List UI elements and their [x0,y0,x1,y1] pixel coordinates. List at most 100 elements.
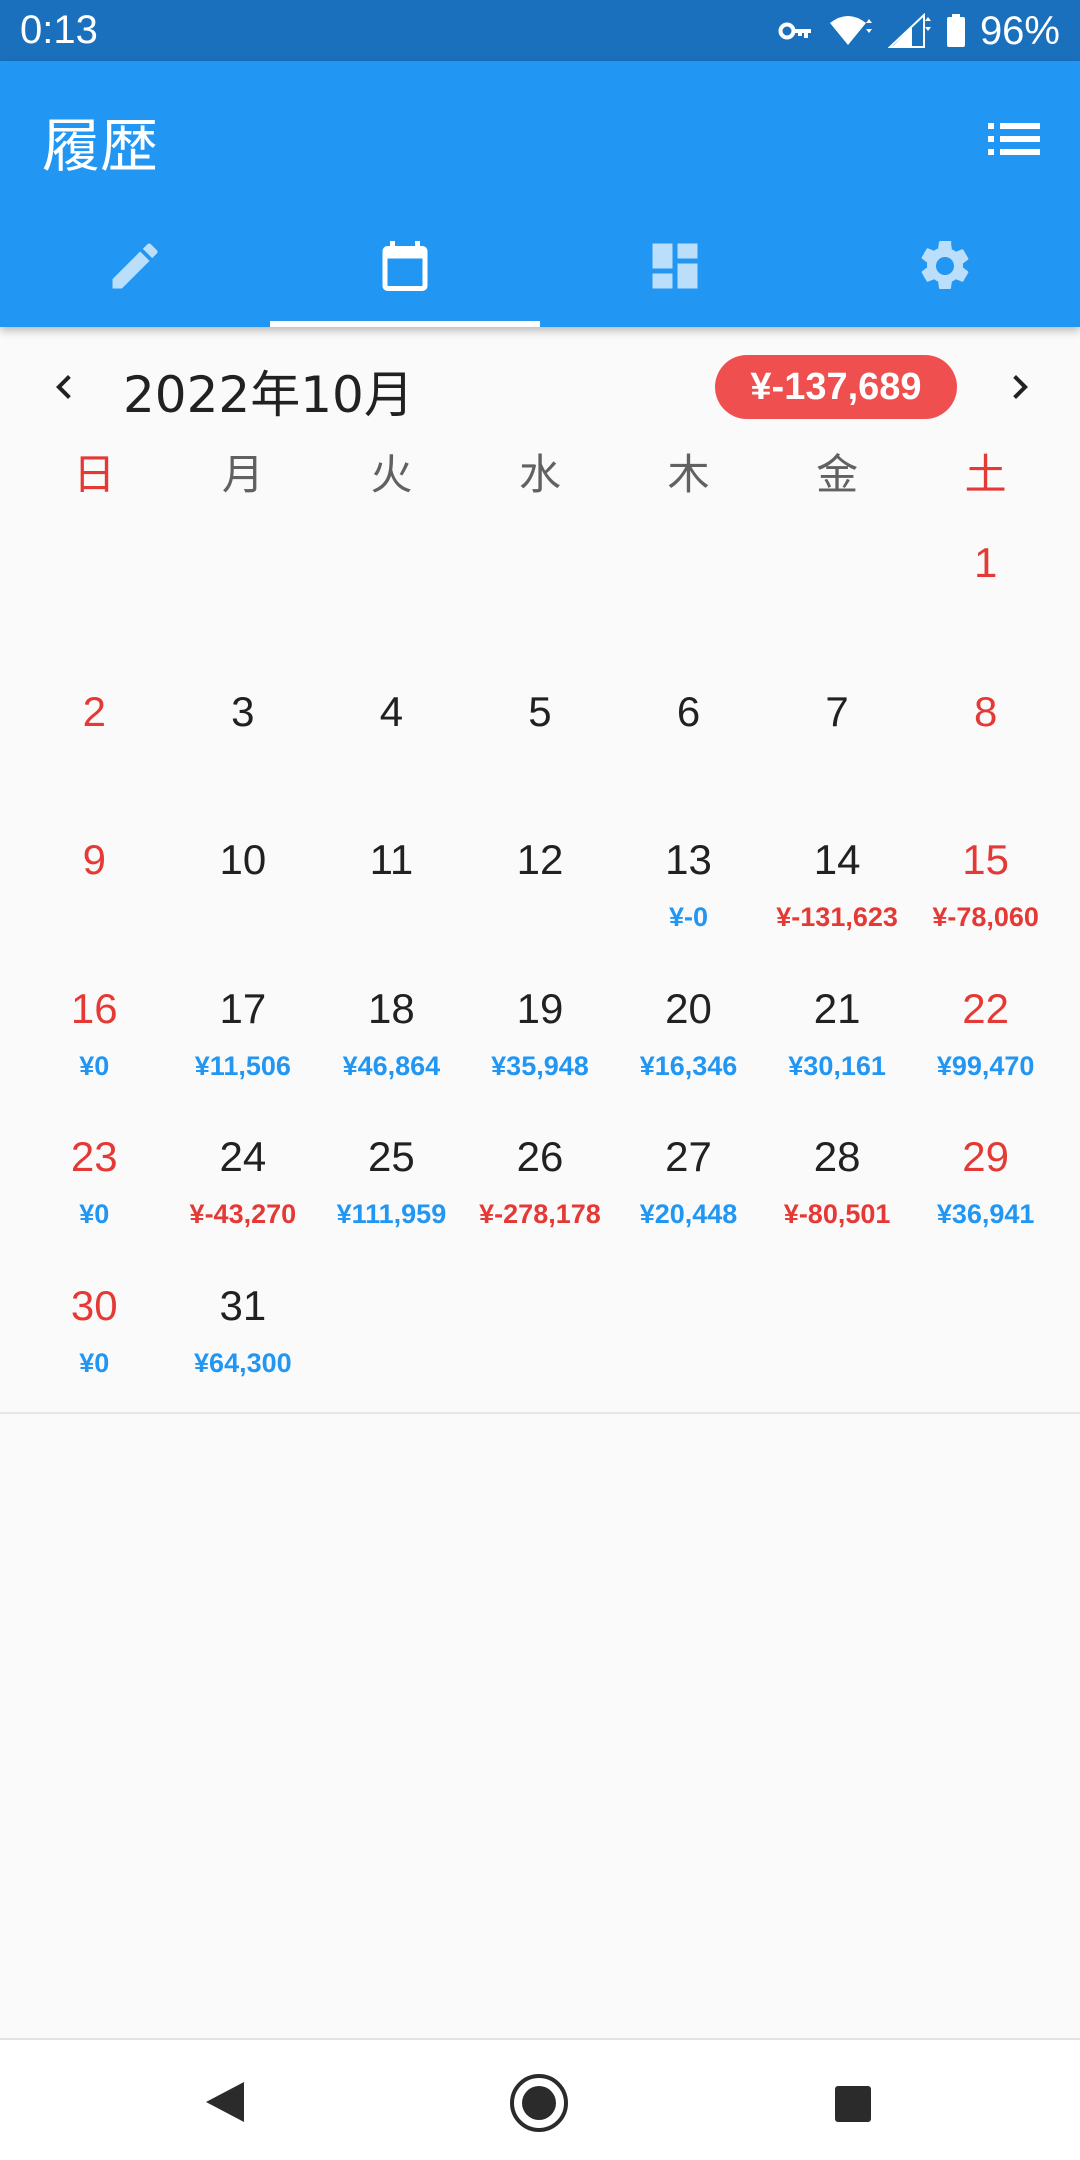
day-cell[interactable]: 29 ¥36,941 [911,1109,1060,1258]
day-cell[interactable]: 26 ¥-278,178 [466,1109,615,1258]
day-number: 31 [219,1281,267,1329]
month-title: 2022年10月 [123,366,414,424]
home-icon[interactable] [508,2072,570,2134]
day-amount: ¥0 [79,1347,110,1378]
day-number: 28 [813,1133,861,1180]
day-number: 11 [369,836,414,883]
dashboard-icon [652,243,698,288]
day-cell[interactable]: 4 [317,664,466,813]
day-number: 8 [973,687,998,735]
day-cell[interactable]: 10 [169,812,318,961]
tab-calendar[interactable] [270,204,540,327]
day-cell[interactable]: 25 ¥111,959 [317,1109,466,1258]
day-cell[interactable]: 13 ¥-0 [614,812,763,961]
day-cell[interactable]: 16 ¥0 [20,961,169,1110]
day-cell[interactable]: 24 ¥-43,270 [169,1109,318,1258]
day-number: 25 [368,1133,415,1180]
day-amount: ¥35,948 [491,1050,589,1081]
tab-settings[interactable] [810,204,1080,327]
day-cell [466,1258,615,1407]
day-cell[interactable]: 14 ¥-131,623 [763,812,912,961]
recent-apps-icon[interactable] [833,2084,873,2124]
back-icon[interactable] [204,2080,246,2124]
day-cell[interactable]: 17 ¥11,506 [169,961,318,1110]
day-number: 10 [219,836,267,883]
list-icon[interactable] [986,111,1042,167]
day-cell[interactable]: 22 ¥99,470 [911,961,1060,1110]
weekday-fri: 金 [816,450,859,499]
day-cell[interactable]: 8 [911,664,1060,813]
app-bar: 履歴 [0,61,1080,327]
day-number: 23 [70,1133,118,1180]
day-cell[interactable]: 2 [20,664,169,813]
day-cell[interactable]: 28 ¥-80,501 [763,1109,912,1258]
day-cell[interactable]: 20 ¥16,346 [614,961,763,1110]
day-cell[interactable]: 11 [317,812,466,961]
day-amount: ¥30,161 [788,1050,886,1081]
day-cell[interactable]: 19 ¥35,948 [466,961,615,1110]
day-amount: ¥-278,178 [479,1199,601,1229]
week-row: 16 ¥0 17 ¥11,506 18 ¥46,864 19 ¥35,948 20 ¥16… [20,961,1060,1110]
status-icons: 96% [778,6,1060,56]
day-cell[interactable]: 27 ¥20,448 [614,1109,763,1258]
day-cell[interactable]: 30 ¥0 [20,1258,169,1407]
day-amount: ¥111,959 [336,1199,447,1229]
day-cell[interactable]: 12 [466,812,615,961]
day-amount: ¥36,941 [936,1199,1035,1229]
day-number: 1 [973,539,998,586]
day-number: 13 [665,836,712,883]
day-number: 4 [379,687,404,735]
day-cell[interactable]: 9 [20,812,169,961]
tab-dashboard[interactable] [540,204,810,327]
day-cell[interactable]: 5 [466,664,615,813]
chevron-left-icon[interactable] [40,363,88,411]
day-amount: ¥-131,623 [776,902,898,932]
weekday-tue: 火 [370,450,413,499]
weekday-header: 日 月 火 水 木 金 土 [20,440,1060,510]
day-number: 20 [665,984,712,1032]
day-number: 15 [962,836,1010,883]
day-number: 6 [676,687,701,735]
day-cell[interactable]: 6 [614,664,763,813]
day-cell [911,1258,1060,1407]
week-row: 1 [20,515,1060,664]
weekday-wed: 水 [518,450,561,499]
day-number: 22 [962,984,1010,1032]
signal-icon [887,13,931,48]
month-total-badge: ¥-137,689 [715,355,957,419]
day-cell[interactable]: 23 ¥0 [20,1109,169,1258]
day-amount: ¥99,470 [936,1050,1035,1081]
week-row: 23 ¥0 24 ¥-43,270 25 ¥111,959 26 ¥-278,178 2… [20,1109,1060,1258]
day-cell[interactable]: 31 ¥64,300 [169,1258,318,1407]
day-cell [20,515,169,664]
page-title: 履歴 [42,112,159,180]
day-cell[interactable]: 7 [763,664,912,813]
calendar-divider [0,1412,1080,1414]
app-root: 0:13 96% 履歴 2022年10月 ¥-137,689 日 月 火 水 木… [0,0,1080,2160]
day-cell [317,1258,466,1407]
day-number: 7 [825,687,849,735]
day-cell[interactable]: 21 ¥30,161 [763,961,912,1110]
day-cell[interactable]: 18 ¥46,864 [317,961,466,1110]
day-number: 29 [962,1133,1010,1180]
day-cell [614,1258,763,1407]
tab-edit[interactable] [0,204,270,327]
day-amount: ¥-43,270 [189,1199,297,1229]
day-amount: ¥64,300 [194,1347,292,1378]
day-amount: ¥-0 [669,902,709,932]
system-nav-bar [0,2038,1080,2160]
day-cell [466,515,615,664]
day-number: 2 [82,687,106,735]
day-number: 9 [82,836,106,883]
day-cell[interactable]: 1 [911,515,1060,664]
day-number: 17 [219,984,267,1032]
day-number: 3 [231,687,255,735]
status-bar: 0:13 96% [0,0,1080,61]
day-cell[interactable]: 15 ¥-78,060 [911,812,1060,961]
day-cell[interactable]: 3 [169,664,318,813]
day-amount: ¥0 [79,1199,110,1229]
chevron-right-icon[interactable] [996,363,1044,411]
day-cell [763,515,912,664]
day-number: 21 [813,984,861,1032]
day-cell [763,1258,912,1407]
